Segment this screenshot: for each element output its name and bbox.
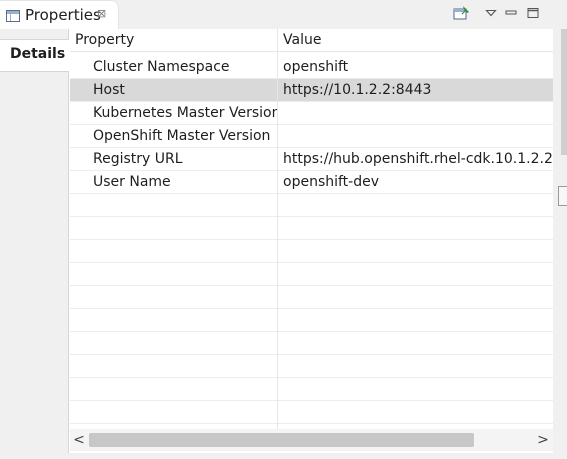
value-cell <box>278 125 553 148</box>
empty-row <box>70 309 553 332</box>
maximize-icon[interactable] <box>526 4 540 22</box>
table-row[interactable]: OpenShift Master Version <box>70 125 553 148</box>
pin-to-view-icon[interactable] <box>452 4 472 22</box>
collapsed-panel-tab[interactable] <box>558 186 567 206</box>
scroll-right-arrow[interactable]: > <box>534 429 552 451</box>
empty-row <box>70 378 553 401</box>
side-tab-details[interactable]: Details <box>0 39 69 72</box>
properties-icon <box>6 10 20 22</box>
properties-content: Details Property Value Cluster Namespace… <box>0 29 567 459</box>
scrollbar-thumb[interactable] <box>89 433 474 447</box>
empty-row <box>70 240 553 263</box>
minimize-icon[interactable] <box>504 4 518 22</box>
properties-table[interactable]: Property Value Cluster Namespace openshi… <box>70 29 553 431</box>
scroll-left-arrow[interactable]: < <box>70 429 88 451</box>
side-tab-details-label: Details <box>10 46 66 62</box>
value-cell: openshift-dev <box>283 174 380 190</box>
empty-row <box>70 194 553 217</box>
empty-row <box>70 286 553 309</box>
column-header-value[interactable]: Value <box>278 29 553 52</box>
table-row-selected[interactable]: Host https://10.1.2.2:8443 <box>70 79 553 102</box>
table-row[interactable]: Registry URL https://hub.openshift.rhel-… <box>70 148 553 171</box>
value-cell <box>278 102 553 125</box>
table-row[interactable]: Kubernetes Master Version <box>70 102 553 125</box>
properties-side-tabs: Details <box>0 29 69 453</box>
column-divider[interactable] <box>277 29 278 431</box>
close-icon[interactable]: ⊠ <box>97 8 106 20</box>
table-row[interactable]: Cluster Namespace openshift <box>70 56 553 79</box>
vertical-scrollbar[interactable] <box>561 29 567 155</box>
property-cell: Cluster Namespace <box>93 59 230 75</box>
property-cell: Kubernetes Master Version <box>93 105 277 121</box>
value-cell: openshift <box>283 59 349 75</box>
property-cell: User Name <box>93 174 171 190</box>
property-cell: Registry URL <box>93 151 183 167</box>
view-menu-icon[interactable] <box>484 4 498 22</box>
table-header: Property Value <box>70 29 553 52</box>
empty-row <box>70 332 553 355</box>
horizontal-scrollbar[interactable]: < > <box>70 429 553 451</box>
tab-title: Properties <box>25 6 101 24</box>
property-cell: Host <box>93 82 125 98</box>
empty-row <box>70 355 553 378</box>
column-header-property[interactable]: Property <box>70 29 277 52</box>
value-cell: https://hub.openshift.rhel-cdk.10.1.2.2.… <box>283 151 553 167</box>
view-tab-bar: Properties ⊠ <box>0 0 567 30</box>
empty-row <box>70 401 553 424</box>
empty-row <box>70 217 553 240</box>
table-row[interactable]: User Name openshift-dev <box>70 171 553 194</box>
bottom-edge <box>0 453 567 459</box>
property-cell: OpenShift Master Version <box>93 128 271 144</box>
properties-tab[interactable]: Properties ⊠ <box>0 0 119 30</box>
empty-row <box>70 263 553 286</box>
value-cell: https://10.1.2.2:8443 <box>283 82 432 98</box>
